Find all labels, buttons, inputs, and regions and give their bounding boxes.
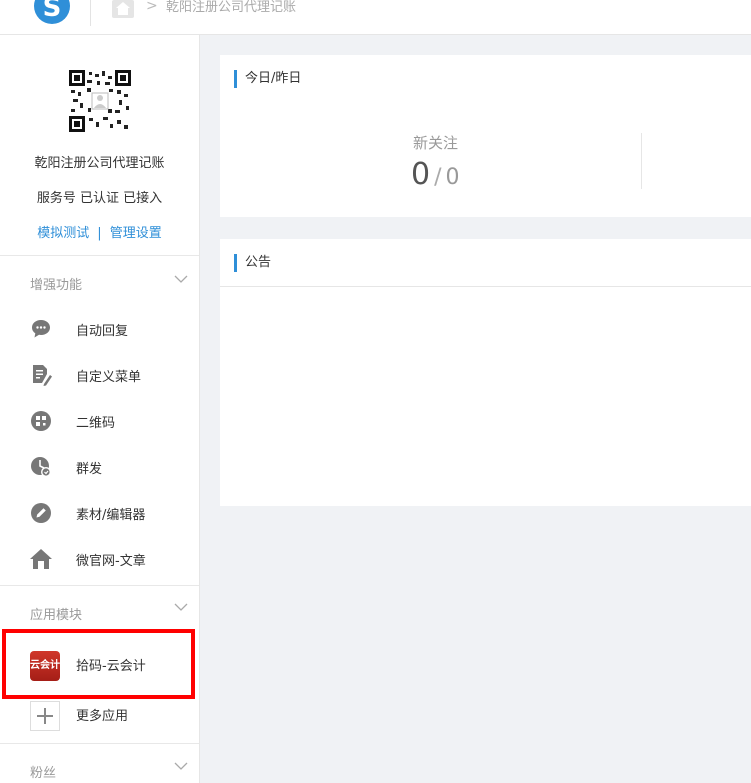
svg-text:S: S [43,0,62,23]
chevron-down-icon[interactable] [174,759,188,773]
account-name: 乾阳注册公司代理记账 [34,156,165,171]
chevron-down-icon[interactable] [174,600,188,614]
sidebar-item-label: 素材/编辑器 [76,508,146,523]
sidebar-item-qrcode[interactable]: 二维码 [0,401,199,441]
sidebar-item-custom-menu[interactable]: 自定义菜单 [0,355,199,395]
notice-panel: 公告 [220,239,751,506]
today-yesterday-panel: 今日/昨日 新关注 0/0 [220,55,751,217]
sidebar-item-materials-editor[interactable]: 素材/编辑器 [0,493,199,533]
panel-title: 今日/昨日 [234,70,301,88]
section-divider [0,255,199,256]
section-divider [0,743,199,744]
chevron-down-icon[interactable] [174,272,188,286]
pencil-icon [31,503,51,523]
section-title-fans: 粉丝 [30,766,57,781]
chat-bubble-icon [32,320,50,338]
topbar-divider [90,0,91,26]
sidebar-item-label: 自定义菜单 [76,370,142,385]
account-status: 服务号 已认证 已接入 [36,191,163,206]
account-links: 模拟测试 | 管理设置 [0,222,199,241]
sidebar-item-label: 微官网-文章 [76,554,146,569]
stat-value-new-follow: 0/0 [411,155,460,198]
stat-yesterday: 0 [445,165,460,190]
section-divider [0,585,199,586]
sidebar-item-broadcast[interactable]: 群发 [0,447,199,487]
sidebar-item-auto-reply[interactable]: 自动回复 [0,309,199,349]
plus-icon [30,701,60,731]
section-title-apps: 应用模块 [30,608,83,623]
stat-separator: / [434,165,442,190]
chevron-right-icon: > [146,0,158,14]
home-icon [30,549,52,569]
panel-divider [220,286,751,287]
sidebar-item-more-apps[interactable]: 更多应用 [0,699,199,739]
document-edit-icon [33,365,52,386]
sidebar-item-label: 更多应用 [76,709,129,724]
sidebar-item-label: 群发 [76,462,103,477]
sidebar-item-label: 二维码 [76,416,116,431]
section-title-enhance: 增强功能 [30,278,83,293]
breadcrumb[interactable]: 乾阳注册公司代理记账 [166,0,296,16]
top-bar: S > 乾阳注册公司代理记账 [0,0,751,35]
account-qrcode [69,70,131,132]
highlight-box [2,629,195,699]
broadcast-icon [31,457,51,477]
panel-title: 公告 [234,254,271,272]
sidebar-item-micro-site[interactable]: 微官网-文章 [0,539,199,579]
link-separator: | [97,226,102,241]
stat-label-new-follow: 新关注 [413,134,459,152]
sidebar-item-label: 自动回复 [76,324,129,339]
logo-icon[interactable]: S [32,0,72,26]
home-icon[interactable] [112,0,134,18]
stat-today: 0 [411,157,431,192]
stat-divider [641,133,642,189]
simulate-test-link[interactable]: 模拟测试 [37,226,89,241]
qrcode-icon [31,411,51,431]
manage-settings-link[interactable]: 管理设置 [110,226,162,241]
